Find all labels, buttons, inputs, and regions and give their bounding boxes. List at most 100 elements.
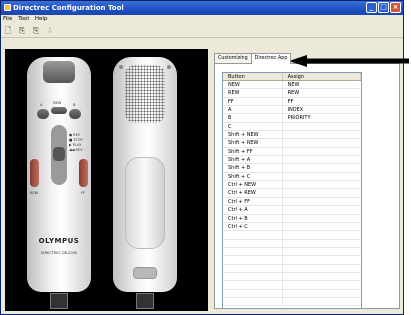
assign-cell[interactable] (283, 139, 361, 146)
menu-help[interactable]: Help (35, 15, 48, 24)
assign-cell[interactable] (283, 164, 361, 171)
menu-tool[interactable]: Tool (18, 15, 29, 24)
button-cell[interactable] (223, 239, 283, 247)
save-icon[interactable]: ⎘ (31, 26, 41, 36)
assign-cell[interactable] (283, 248, 361, 255)
new-icon[interactable]: 🗋 (3, 26, 13, 36)
close-button[interactable]: × (390, 2, 401, 13)
device-button-ff[interactable] (79, 159, 88, 187)
button-cell[interactable] (223, 289, 283, 297)
assign-cell[interactable] (283, 156, 361, 163)
table-row[interactable] (223, 231, 361, 240)
assign-cell[interactable] (283, 189, 361, 196)
slider-knob[interactable] (53, 147, 65, 161)
table-row[interactable]: Ctrl + C (223, 222, 361, 232)
table-row[interactable]: REW REW (223, 89, 361, 98)
button-cell[interactable]: Shift + C (223, 172, 283, 181)
table-row[interactable] (223, 289, 361, 298)
table-row[interactable] (223, 264, 361, 273)
button-cell[interactable]: Ctrl + C (223, 222, 283, 231)
button-cell[interactable]: Shift + A (223, 156, 283, 164)
table-row[interactable]: C (223, 122, 361, 132)
assign-cell[interactable] (283, 148, 361, 155)
column-header-assign[interactable]: Assign (283, 73, 361, 80)
table-row[interactable]: A INDEX (223, 106, 361, 115)
button-cell[interactable]: A (223, 106, 283, 114)
assign-cell[interactable] (283, 123, 361, 130)
download-icon[interactable]: ⇩ (45, 26, 55, 36)
assign-cell[interactable] (283, 298, 361, 305)
assign-cell[interactable] (283, 240, 361, 247)
assign-cell[interactable] (283, 131, 361, 138)
button-cell[interactable]: B (223, 114, 283, 122)
table-row[interactable] (223, 281, 361, 290)
button-cell[interactable]: NEW (223, 81, 283, 89)
table-row[interactable]: Shift + NEW (223, 131, 361, 140)
device-button-new[interactable] (51, 107, 67, 114)
table-row[interactable]: Shift + A (223, 156, 361, 165)
assign-cell[interactable] (283, 265, 361, 272)
table-row[interactable]: Ctrl + FF (223, 197, 361, 207)
tab-directrec-app[interactable]: Directrec App (250, 53, 292, 64)
assign-cell[interactable] (283, 281, 361, 288)
maximize-button[interactable]: □ (378, 2, 389, 13)
button-cell[interactable] (223, 272, 283, 281)
table-row[interactable]: Shift + C (223, 172, 361, 182)
assign-cell[interactable] (283, 215, 361, 222)
title-bar[interactable]: Directrec Configuration Tool _ □ × (1, 1, 403, 15)
table-row[interactable]: Shift + REW (223, 139, 361, 148)
button-cell[interactable] (223, 264, 283, 272)
assign-cell[interactable] (283, 206, 361, 213)
assign-cell[interactable] (283, 173, 361, 180)
button-cell[interactable]: Ctrl + FF (223, 197, 283, 206)
button-cell[interactable] (223, 247, 283, 256)
table-row[interactable]: Ctrl + B (223, 214, 361, 223)
assign-cell[interactable]: INDEX (283, 106, 361, 113)
button-cell[interactable]: Shift + B (223, 164, 283, 172)
button-cell[interactable]: Shift + REW (223, 139, 283, 147)
assign-cell[interactable]: NEW (283, 81, 361, 88)
assign-cell[interactable]: FF (283, 98, 361, 105)
button-cell[interactable]: Ctrl + REW (223, 189, 283, 197)
assign-cell[interactable] (283, 231, 361, 238)
button-cell[interactable]: Ctrl + A (223, 206, 283, 214)
assign-cell[interactable] (283, 290, 361, 297)
table-row[interactable] (223, 239, 361, 248)
minimize-button[interactable]: _ (366, 2, 377, 13)
table-row[interactable]: Shift + B (223, 164, 361, 173)
table-row[interactable]: Shift + FF (223, 147, 361, 157)
button-cell[interactable]: Ctrl + B (223, 214, 283, 222)
button-cell[interactable] (223, 256, 283, 264)
assign-cell[interactable] (283, 181, 361, 188)
button-cell[interactable] (223, 231, 283, 239)
menu-file[interactable]: File (3, 15, 12, 24)
button-cell[interactable]: C (223, 122, 283, 131)
device-button-rew[interactable] (30, 159, 39, 187)
table-row[interactable]: NEW NEW (223, 81, 361, 90)
table-row[interactable] (223, 297, 361, 307)
assign-cell[interactable]: PRIORITY (283, 114, 361, 121)
table-row[interactable]: Ctrl + A (223, 206, 361, 215)
device-button-b[interactable] (69, 109, 81, 119)
table-row[interactable]: Ctrl + NEW (223, 181, 361, 190)
table-row[interactable] (223, 256, 361, 265)
button-cell[interactable]: FF (223, 97, 283, 106)
assign-cell[interactable] (283, 198, 361, 205)
table-row[interactable] (223, 247, 361, 257)
button-cell[interactable]: REW (223, 89, 283, 97)
table-row[interactable]: FF FF (223, 97, 361, 107)
device-button-a[interactable] (37, 109, 49, 119)
open-icon[interactable]: ⎘ (17, 26, 27, 36)
table-row[interactable]: Ctrl + REW (223, 189, 361, 198)
rear-button[interactable] (133, 267, 157, 279)
assign-cell[interactable] (283, 273, 361, 280)
button-cell[interactable]: Ctrl + NEW (223, 181, 283, 189)
button-cell[interactable] (223, 297, 283, 306)
record-slider[interactable] (51, 125, 67, 185)
button-cell[interactable] (223, 281, 283, 289)
assign-cell[interactable] (283, 256, 361, 263)
button-cell[interactable]: Shift + NEW (223, 131, 283, 139)
button-cell[interactable]: Shift + FF (223, 147, 283, 156)
table-row[interactable] (223, 272, 361, 282)
assign-cell[interactable]: REW (283, 89, 361, 96)
